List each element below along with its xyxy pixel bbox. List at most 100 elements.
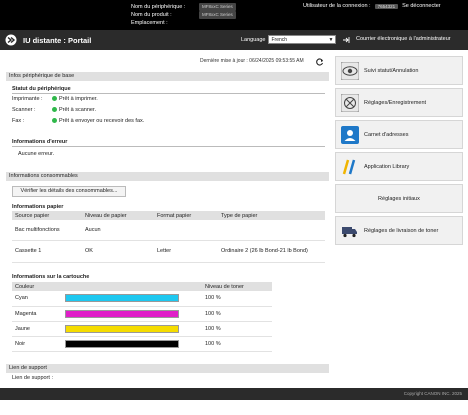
remote-ui-logo-icon: [5, 34, 17, 46]
table-row: Bac multifonctions Aucun: [12, 220, 325, 241]
login-user-label: Utilisateur de la connexion :: [303, 3, 371, 9]
paper-info-title: Informations papier: [12, 204, 64, 210]
printer-status: Prêt à imprimer.: [52, 96, 98, 102]
fax-status-text: Prêt à envoyer ou recevoir des fax.: [59, 118, 145, 124]
toner-level-value: 100 %: [202, 306, 272, 322]
col-type: Type de papier: [218, 211, 325, 220]
paper-level: OK: [82, 240, 154, 263]
paper-table: Source papier Niveau de papier Format pa…: [12, 211, 325, 263]
paper-type: Ordinaire 2 (26 lb Bond-21 lb Bond): [218, 240, 325, 263]
product-name-label: Nom du produit :: [131, 12, 172, 18]
language-value: French: [271, 36, 288, 43]
toner-level-fill: [66, 340, 178, 347]
settings-icon: [341, 93, 359, 112]
table-row: Noir 100 %: [12, 336, 272, 352]
mail-icon[interactable]: [342, 36, 351, 44]
toner-level-value: 100 %: [202, 336, 272, 352]
language-area: Language French ▼: [241, 35, 337, 44]
toner-bar-cell: [62, 336, 202, 352]
toner-table-header: Couleur Niveau de toner: [12, 282, 272, 291]
col-format: Format papier: [154, 211, 218, 220]
toner-color-label: Jaune: [12, 321, 62, 337]
toner-level-fill: [66, 325, 178, 332]
device-info: Nom du périphérique : MF8xxC Series Nom d…: [131, 3, 236, 27]
toner-level-bar: [65, 324, 179, 333]
device-name-label: Nom du périphérique :: [131, 4, 186, 10]
address-book-icon: [341, 125, 359, 144]
sidebar-item-status-monitor[interactable]: Suivi statut/Annulation: [335, 56, 463, 85]
sidebar-item-label: Réglages/Enregistrement: [364, 99, 427, 106]
status-monitor-icon: [341, 61, 359, 80]
toner-color-label: Noir: [12, 336, 62, 352]
scanner-label: Scanner :: [12, 107, 36, 113]
language-select[interactable]: French ▼: [268, 35, 337, 44]
fax-label: Fax :: [12, 118, 25, 124]
toner-bar-cell: [62, 291, 202, 307]
paper-table-header: Source papier Niveau de papier Format pa…: [12, 211, 325, 220]
sidebar-item-label: Application Library: [364, 163, 410, 170]
col-source: Source papier: [12, 211, 82, 220]
printer-status-text: Prêt à imprimer.: [59, 96, 98, 102]
toner-level-value: 100 %: [202, 291, 272, 307]
sidebar-item-address-book[interactable]: Carnet d'adresses: [335, 120, 463, 149]
login-user-value: 7654321: [374, 3, 399, 9]
copyright: Copyright CANON INC. 2025: [403, 391, 462, 396]
device-name-value: MF8xxC Series: [199, 3, 236, 11]
page-title: IU distante : Portail: [23, 36, 92, 45]
toner-level-bar: [65, 339, 179, 348]
check-consumables-button[interactable]: Vérifier les détails des consommables...: [12, 186, 126, 197]
sidebar-item-label: Carnet d'adresses: [364, 131, 409, 138]
sidebar-item-application-library[interactable]: Application Library: [335, 152, 463, 181]
divider: [12, 93, 325, 94]
location-label: Emplacement :: [131, 20, 168, 26]
toner-level-fill: [66, 310, 178, 317]
ok-status-icon: [52, 107, 57, 113]
paper-source: Bac multifonctions: [12, 220, 82, 241]
error-info-value: Aucune erreur.: [18, 151, 55, 157]
toner-delivery-icon: [342, 226, 357, 237]
sidebar-item-label: Réglages de livraison de toner: [364, 227, 439, 234]
paper-format: Letter: [154, 240, 218, 263]
sidebar-item-label: Réglages initiaux: [378, 195, 420, 202]
col-level: Niveau de papier: [82, 211, 154, 220]
scanner-status-text: Prêt à scanner.: [59, 107, 96, 113]
table-row: Cyan 100 %: [12, 291, 272, 307]
device-status-title: Statut du périphérique: [12, 86, 71, 92]
error-info-title: Informations d'erreur: [12, 139, 68, 145]
paper-format: [154, 220, 218, 241]
paper-type: [218, 220, 325, 241]
language-label: Language: [241, 36, 266, 43]
col-bar: [62, 282, 202, 291]
cartridge-info-title: Informations sur la cartouche: [12, 274, 90, 280]
support-header: Lien de support: [6, 364, 329, 373]
paper-level: Aucun: [82, 220, 154, 241]
mail-admin-link[interactable]: Courrier électronique à l'administrateur: [356, 36, 451, 42]
fax-status: Prêt à envoyer ou recevoir des fax.: [52, 118, 144, 124]
toner-color-label: Magenta: [12, 306, 62, 322]
ok-status-icon: [52, 96, 57, 102]
toner-table: Couleur Niveau de toner Cyan 100 % Magenta…: [12, 282, 272, 352]
scanner-status: Prêt à scanner.: [52, 107, 96, 113]
table-row: Magenta 100 %: [12, 306, 272, 322]
sidebar-item-toner-delivery[interactable]: Réglages de livraison de toner: [335, 216, 463, 245]
toner-level-value: 100 %: [202, 321, 272, 337]
printer-label: Imprimante :: [12, 96, 43, 102]
bottom-area: [0, 400, 468, 415]
sidebar-item-label: Suivi statut/Annulation: [364, 67, 419, 74]
sidebar-item-initial-settings[interactable]: Réglages initiaux: [335, 184, 463, 213]
consumables-header: Informations consommables: [6, 172, 329, 181]
toner-bar-cell: [62, 321, 202, 337]
footer: Copyright CANON INC. 2025: [0, 388, 468, 400]
toner-color-label: Cyan: [12, 291, 62, 307]
ok-status-icon: [52, 118, 57, 124]
refresh-icon[interactable]: [316, 58, 324, 66]
col-color: Couleur: [12, 282, 62, 291]
sidebar-item-settings[interactable]: Réglages/Enregistrement: [335, 88, 463, 117]
toner-level-fill: [66, 295, 178, 302]
toner-level-bar: [65, 294, 179, 303]
logout-link[interactable]: Se déconnecter: [402, 3, 441, 9]
title-bar: IU distante : Portail Language French ▼ …: [0, 30, 468, 50]
col-toner-level: Niveau de toner: [202, 282, 272, 291]
last-updated: Dernière mise à jour : 06/24/2025 09:53:…: [200, 58, 304, 64]
toner-level-bar: [65, 309, 179, 318]
